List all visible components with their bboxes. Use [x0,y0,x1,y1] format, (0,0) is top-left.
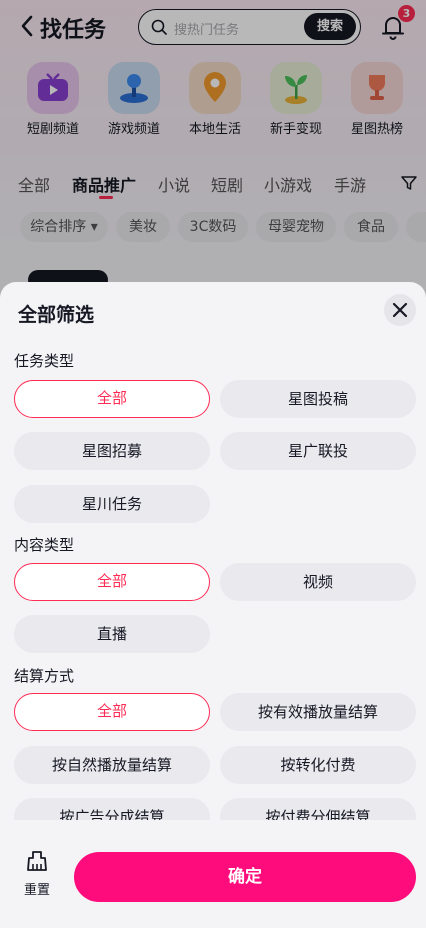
option-settle-effective-plays[interactable]: 按有效播放量结算 [220,693,416,731]
option-content-live[interactable]: 直播 [14,615,210,653]
option-content-video[interactable]: 视频 [220,563,416,601]
close-icon [392,302,408,318]
option-settle-all[interactable]: 全部 [14,693,210,731]
option-content-all[interactable]: 全部 [14,563,210,601]
filter-options-scroll[interactable]: 任务类型 全部 星图投稿 星图招募 星广联投 星川任务 内容类型 全部 视频 直… [0,340,426,820]
option-settle-ad-share[interactable]: 按广告分成结算 [14,798,210,820]
option-settle-paid-commission[interactable]: 按付费分佣结算 [220,798,416,820]
filter-sheet: 全部筛选 任务类型 全部 星图投稿 星图招募 星广联投 星川任务 内容类型 全部… [0,282,426,928]
option-task-xingchuan[interactable]: 星川任务 [14,485,210,523]
sheet-footer: 重置 确定 [0,820,426,928]
section-title-content-type: 内容类型 [14,536,75,554]
sheet-title: 全部筛选 [18,304,95,326]
reset-button[interactable]: 重置 [14,850,60,900]
section-title-task-type: 任务类型 [14,352,75,370]
broom-icon [27,851,47,871]
option-task-recruit[interactable]: 星图招募 [14,432,210,470]
option-settle-natural-plays[interactable]: 按自然播放量结算 [14,746,210,784]
option-task-all[interactable]: 全部 [14,380,210,418]
confirm-button[interactable]: 确定 [74,852,416,902]
option-task-joint-ad[interactable]: 星广联投 [220,432,416,470]
option-task-submission[interactable]: 星图投稿 [220,380,416,418]
reset-label: 重置 [23,883,50,898]
close-button[interactable] [384,294,416,326]
section-title-settlement: 结算方式 [14,667,75,685]
option-settle-conversion[interactable]: 按转化付费 [220,746,416,784]
